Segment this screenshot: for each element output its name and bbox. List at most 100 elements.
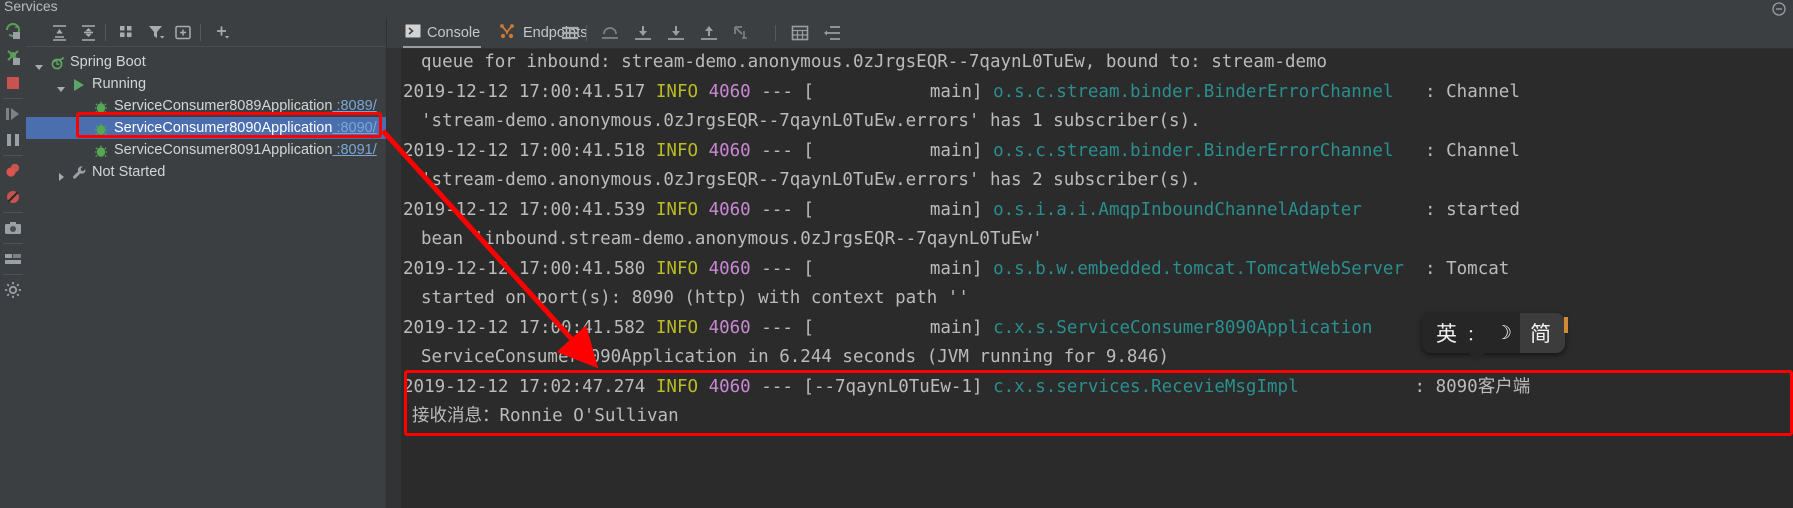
log-segment: INFO — [655, 258, 699, 279]
tree-row-port-link[interactable]: :8091/ — [332, 142, 376, 158]
ide-services-window: Services Spring Boot Running ServiceCons… — [0, 0, 1793, 508]
log-segment: c.x.s.ServiceConsumer8090Application — [993, 317, 1373, 338]
step-out-icon[interactable] — [599, 23, 621, 43]
log-segment — [698, 200, 709, 220]
toolbar-divider — [586, 25, 587, 41]
log-segment: 2019-12-12 17:00:41.517 — [403, 81, 656, 102]
tree-row[interactable]: Not Started — [26, 161, 386, 183]
log-segment: 接收消息：Ronnie O'Sullivan — [412, 406, 679, 426]
log-segment: INFO — [655, 140, 699, 161]
tree-row[interactable]: Spring Boot — [26, 51, 386, 73]
log-segment: 2019-12-12 17:00:41.539 — [403, 199, 656, 220]
rerun-icon[interactable] — [0, 18, 26, 44]
log-segment: INFO — [655, 81, 699, 102]
console-panel: Console Endpoints queue for inbound: str… — [387, 18, 1793, 508]
services-tree: Spring Boot Running ServiceConsumer8089App… — [26, 47, 386, 183]
ime-script-label[interactable]: 简 — [1520, 313, 1566, 353]
toolbar-divider — [105, 24, 106, 41]
console-output[interactable]: queue for inbound: stream-demo.anonymous… — [401, 48, 1793, 508]
console-gutter — [387, 48, 401, 508]
log-segment: --- [ main] — [750, 317, 994, 338]
resume-program-icon[interactable] — [0, 101, 26, 127]
ime-punctuation-label[interactable]: ： — [1463, 313, 1487, 353]
log-segment: INFO — [655, 317, 699, 338]
tree-row[interactable]: Running — [26, 73, 386, 95]
rerun-failed-tests-icon[interactable] — [0, 44, 26, 70]
force-step-into-icon[interactable] — [698, 23, 720, 43]
screenshot-icon[interactable] — [0, 215, 26, 241]
filter-icon[interactable] — [145, 22, 167, 43]
log-segment: 4060 — [708, 199, 751, 220]
log-segment: --- [ main] — [750, 81, 994, 102]
tree-row[interactable]: ServiceConsumer8090Application :8090/ — [26, 117, 386, 139]
log-segment: bean 'inbound.stream-demo.anonymous.0zJr… — [421, 229, 1043, 249]
settings-icon[interactable] — [0, 277, 26, 303]
run-to-cursor-icon[interactable] — [731, 23, 753, 43]
tree-row-port-link[interactable]: :8090/ — [332, 120, 376, 136]
log-segment: 4060 — [708, 258, 751, 279]
evaluate-table-icon[interactable] — [789, 23, 811, 43]
console-log-line: started on port(s): 8090 (http) with con… — [401, 284, 1793, 314]
rail-divider — [3, 274, 23, 275]
log-segment — [698, 259, 709, 279]
expand-all-icon[interactable] — [48, 22, 70, 43]
log-segment: 2019-12-12 17:00:41.580 — [403, 258, 656, 279]
layout-icon[interactable] — [0, 246, 26, 272]
hamburger-menu-icon[interactable] — [559, 23, 581, 43]
log-segment: started on port(s): 8090 (http) with con… — [421, 288, 969, 308]
log-segment: 4060 — [708, 317, 751, 338]
endpoints-icon — [499, 23, 517, 43]
step-into-icon[interactable] — [665, 23, 687, 43]
stop-icon[interactable] — [0, 70, 26, 96]
log-segment: --- [--7qaynL0TuEw-1] — [750, 376, 994, 397]
log-segment: --- [ main] — [750, 258, 994, 279]
log-segment: 4060 — [708, 376, 751, 397]
console-log-line: 'stream-demo.anonymous.0zJrgsEQR--7qaynL… — [401, 107, 1793, 137]
console-log-line: queue for inbound: stream-demo.anonymous… — [401, 48, 1793, 78]
view-breakpoints-icon[interactable] — [0, 158, 26, 184]
tree-row-label: Spring Boot — [70, 54, 146, 70]
ime-mode-label[interactable]: 英 — [1422, 313, 1463, 353]
tab-console-label: Console — [427, 25, 481, 41]
tree-row-port-link[interactable]: :8089/ — [332, 98, 376, 114]
window-title-bar: Services — [0, 0, 1793, 19]
group-by-icon[interactable] — [116, 22, 138, 43]
soft-wrap-icon[interactable] — [821, 23, 843, 43]
log-segment: 4060 — [708, 81, 751, 102]
log-segment: 'stream-demo.anonymous.0zJrgsEQR--7qaynL… — [421, 170, 1201, 190]
tree-toolbar — [26, 18, 386, 47]
rail-divider — [3, 212, 23, 213]
log-segment: c.x.s.services.RecevieMsgImpl — [993, 376, 1299, 397]
step-over-icon[interactable] — [632, 23, 654, 43]
log-segment: ServiceConsumer8090Application in 6.244 … — [421, 347, 1170, 367]
console-log-line: 2019-12-12 17:00:41.539 INFO 4060 --- [ … — [401, 196, 1793, 226]
log-segment: : Tomcat — [1403, 258, 1510, 279]
show-configurations-icon[interactable] — [172, 22, 194, 43]
collapse-all-icon[interactable] — [77, 22, 99, 43]
tree-row[interactable]: ServiceConsumer8091Application :8091/ — [26, 139, 386, 161]
add-service-icon[interactable] — [211, 22, 233, 43]
log-segment: 2019-12-12 17:00:41.582 — [403, 317, 656, 338]
ime-popup-tail — [1468, 352, 1486, 361]
mute-breakpoints-icon[interactable] — [0, 184, 26, 210]
wrench-icon — [72, 165, 88, 187]
log-segment: : Channel — [1393, 81, 1520, 102]
log-segment: --- [ main] — [750, 140, 994, 161]
ime-status-popup[interactable]: 英 ： ☽ 简 — [1422, 313, 1569, 361]
log-segment — [698, 82, 709, 102]
tab-console[interactable]: Console — [405, 23, 480, 43]
log-segment — [698, 141, 709, 161]
chevron-right-icon[interactable] — [56, 167, 68, 189]
run-controls-rail — [0, 18, 26, 508]
pause-program-icon[interactable] — [0, 127, 26, 153]
log-segment — [698, 377, 709, 397]
console-toolbar: Console Endpoints — [387, 18, 1793, 49]
tree-row[interactable]: ServiceConsumer8089Application :8089/ — [26, 95, 386, 117]
log-segment: o.s.i.a.i.AmqpInboundChannelAdapter — [993, 199, 1362, 220]
log-segment: queue for inbound: stream-demo.anonymous… — [421, 52, 1328, 72]
log-segment: o.s.c.stream.binder.BinderErrorChannel — [993, 140, 1394, 161]
ime-shape-icon[interactable]: ☽ — [1487, 313, 1520, 353]
hide-window-icon[interactable] — [1771, 1, 1787, 17]
log-segment: : Channel — [1393, 140, 1520, 161]
toolbar-divider — [200, 24, 201, 41]
